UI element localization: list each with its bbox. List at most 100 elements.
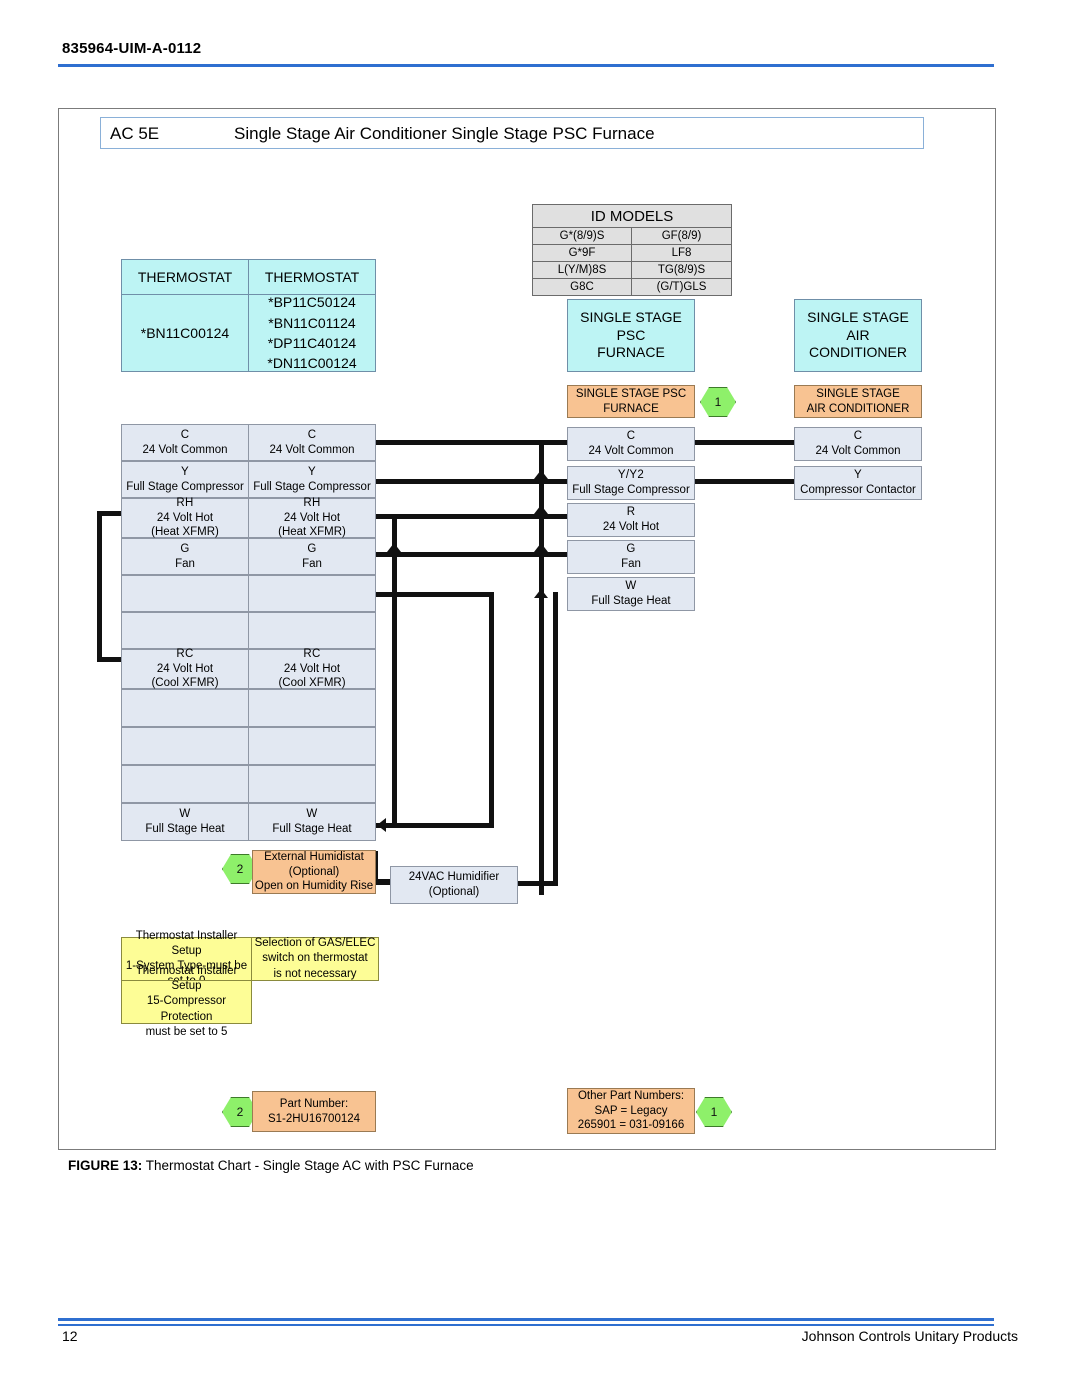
figure-title-code: AC 5E — [110, 124, 160, 143]
terminal-row-empty — [248, 689, 376, 727]
terminal-row: Y/Y2 Full Stage Compressor — [567, 466, 695, 500]
installer-note-3: Thermostat Installer Setup 15-Compressor… — [121, 965, 252, 1038]
terminal-desc: 24 Volt Common — [815, 445, 901, 457]
id-models-cell: L(Y/M)8S — [532, 261, 632, 279]
terminal-row: W Full Stage Heat — [248, 803, 376, 841]
air-conditioner-column-header: SINGLE STAGE AIR CONDITIONER — [794, 385, 922, 418]
terminal-row: RH 24 Volt Hot (Heat XFMR) — [121, 497, 249, 538]
terminal-row-empty — [121, 689, 249, 727]
thermostat-a-models: *BN11C00124 — [121, 294, 249, 372]
external-humidistat-box: External Humidistat (Optional) Open on H… — [252, 850, 376, 894]
terminal-desc: Fan — [621, 558, 641, 570]
terminal-row: RH 24 Volt Hot (Heat XFMR) — [248, 496, 376, 538]
terminal-row: G Fan — [567, 540, 695, 574]
terminal-code: C — [180, 428, 190, 441]
terminal-row: Y Full Stage Compressor — [248, 461, 376, 498]
terminal-row-empty — [121, 612, 249, 649]
terminal-row: W Full Stage Heat — [567, 577, 695, 611]
terminal-desc: Compressor Contactor — [800, 484, 916, 496]
terminal-desc: 24 Volt Hot — [602, 521, 660, 533]
figure-title-text: Single Stage Air Conditioner Single Stag… — [234, 124, 655, 143]
wire-y-furnace-ac — [690, 479, 798, 484]
terminal-desc: Full Stage Heat — [145, 823, 225, 835]
wire-rh-rc-jumper-vertical — [97, 511, 102, 662]
terminal-desc: Full Stage Compressor — [253, 480, 371, 493]
document-page: 835964-UIM-A-0112 AC 5E Single Stage Air… — [0, 0, 1080, 1397]
terminal-code: W — [179, 808, 191, 821]
terminal-code: Y — [854, 469, 862, 482]
figure-caption-text: Thermostat Chart - Single Stage AC with … — [145, 1158, 474, 1173]
wire-arrow-up — [534, 470, 548, 479]
furnace-column-header: SINGLE STAGE PSC FURNACE — [567, 385, 695, 418]
wire-humidifier-bottom — [515, 881, 558, 886]
thermostat-b-models: *BP11C50124 *BN11C01124 *DP11C40124 *DN1… — [248, 294, 376, 372]
terminal-code: Y — [308, 465, 316, 478]
terminal-row: C 24 Volt Common — [794, 427, 922, 461]
terminal-code: RH — [303, 496, 321, 509]
id-models-cell: LF8 — [631, 244, 732, 262]
terminal-row: C 24 Volt Common — [567, 427, 695, 461]
terminal-row-empty — [248, 727, 376, 765]
thermostat-b-header: THERMOSTAT — [248, 259, 376, 295]
terminal-code: W — [306, 808, 318, 821]
id-models-cell: G*9F — [532, 244, 632, 262]
terminal-row-empty — [121, 727, 249, 765]
terminal-code: RC — [176, 647, 194, 660]
humidifier-box: 24VAC Humidifier (Optional) — [390, 866, 518, 904]
document-code: 835964-UIM-A-0112 — [62, 40, 202, 57]
id-models-cell: TG(8/9)S — [631, 261, 732, 279]
terminal-code: C — [853, 430, 863, 443]
wire-arrow-up — [387, 543, 401, 552]
terminal-row: C 24 Volt Common — [248, 424, 376, 461]
part-number-box: Part Number: S1-2HU16700124 — [252, 1091, 376, 1132]
page-number: 12 — [62, 1328, 78, 1344]
terminal-desc: Full Stage Heat — [272, 823, 352, 835]
terminal-code: R — [626, 506, 636, 519]
wire-secondary-vertical — [392, 514, 397, 828]
other-part-numbers-box: Other Part Numbers: SAP = Legacy 265901 … — [567, 1088, 695, 1134]
wire-w-vertical — [489, 592, 494, 828]
terminal-code: RC — [303, 647, 321, 660]
terminal-row: G Fan — [248, 538, 376, 575]
terminal-row-empty — [248, 765, 376, 803]
terminal-desc: 24 Volt Hot — [156, 511, 214, 524]
footer-rule-top — [58, 1318, 994, 1321]
terminal-row: W Full Stage Heat — [121, 803, 249, 841]
terminal-row-empty — [248, 612, 376, 649]
terminal-code: G — [180, 542, 190, 555]
id-models-cell: G8C — [532, 278, 632, 296]
terminal-desc: Fan — [302, 557, 322, 570]
wire-arrow-up — [534, 589, 548, 598]
footer-rule-bottom — [58, 1324, 994, 1326]
terminal-row-empty — [248, 575, 376, 612]
terminal-code: W — [625, 580, 637, 593]
terminal-row: R 24 Volt Hot — [567, 503, 695, 537]
terminal-desc: 24 Volt Hot — [283, 662, 341, 675]
terminal-code: C — [307, 428, 317, 441]
id-models-cell: G*(8/9)S — [532, 227, 632, 245]
furnace-title-box: SINGLE STAGE PSC FURNACE — [567, 299, 695, 372]
terminal-desc: Fan — [175, 557, 195, 570]
installer-note-2: Selection of GAS/ELEC switch on thermost… — [251, 937, 379, 981]
terminal-row: RC 24 Volt Hot (Cool XFMR) — [121, 647, 249, 689]
terminal-desc: Full Stage Heat — [591, 595, 671, 607]
terminal-desc: 24 Volt Common — [269, 443, 355, 456]
terminal-code: G — [626, 543, 636, 556]
terminal-code: Y/Y2 — [617, 469, 645, 482]
figure-caption-label: FIGURE 13: — [68, 1158, 143, 1173]
wire-arrow-up — [534, 543, 548, 552]
wire-c-furnace-ac — [690, 440, 798, 445]
thermostat-a-header: THERMOSTAT — [121, 259, 249, 295]
header-rule — [58, 64, 994, 67]
air-conditioner-title-box: SINGLE STAGE AIR CONDITIONER — [794, 299, 922, 372]
terminal-code: G — [307, 542, 317, 555]
terminal-row-empty — [121, 575, 249, 612]
terminal-desc: 24 Volt Hot — [156, 662, 214, 675]
terminal-desc: 24 Volt Hot — [283, 511, 341, 524]
figure-caption: FIGURE 13: Thermostat Chart - Single Sta… — [68, 1158, 474, 1173]
terminal-desc: 24 Volt Common — [588, 445, 674, 457]
id-models-cell: GF(8/9) — [631, 227, 732, 245]
terminal-row: C 24 Volt Common — [121, 424, 249, 461]
terminal-desc: Full Stage Compressor — [572, 484, 690, 496]
terminal-desc: Full Stage Compressor — [126, 480, 244, 493]
